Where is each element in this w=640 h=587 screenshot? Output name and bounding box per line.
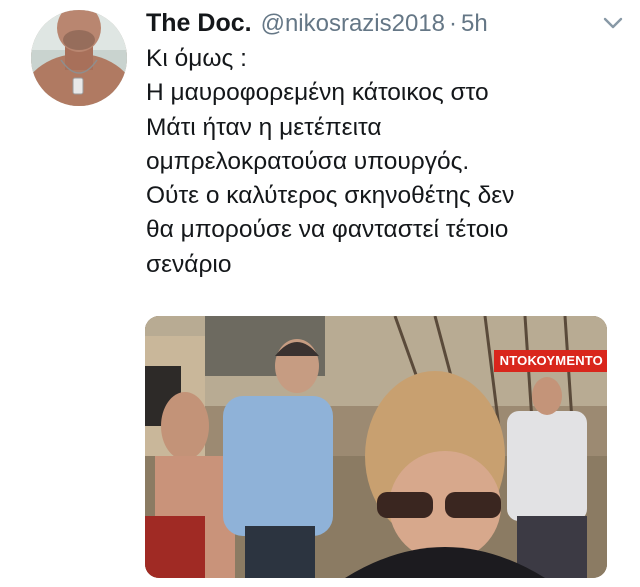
avatar[interactable] bbox=[31, 10, 127, 106]
tweet-text-line: σενάριο bbox=[146, 250, 232, 278]
tweet-text-line: Κι όμως : bbox=[146, 45, 247, 72]
display-name[interactable]: The Doc. bbox=[146, 6, 252, 40]
tweet: The Doc. @nikosrazis2018 · 5h Κι όμως : … bbox=[0, 0, 640, 587]
separator-dot: · bbox=[449, 10, 458, 37]
tweet-text-line: θα μπορούσε να φανταστεί τέτοιο bbox=[146, 216, 509, 244]
chevron-down-icon[interactable] bbox=[600, 12, 626, 34]
timestamp[interactable]: 5h bbox=[461, 7, 488, 41]
tweet-text-line: Η μαυροφορεμένη κάτοικος στο bbox=[146, 79, 489, 107]
avatar-photo bbox=[31, 10, 127, 106]
tweet-text-line: Ούτε ο καλύτερος σκηνοθέτης δεν bbox=[146, 182, 515, 210]
tweet-text: Κι όμως : Η μαυροφορεμένη κάτοικος στο Μ… bbox=[146, 42, 626, 282]
tweet-text-line: Μάτι ήταν η μετέπειτα bbox=[146, 113, 382, 141]
media-badge: ΝΤΟΚΟΥΜΕΝΤΟ bbox=[493, 350, 607, 372]
tweet-media-image[interactable]: ΝΤΟΚΟΥΜΕΝΤΟ bbox=[145, 316, 607, 578]
tweet-text-line: ομπρελοκρατούσα υπουργός. bbox=[146, 147, 470, 175]
tweet-header: The Doc. @nikosrazis2018 · 5h bbox=[146, 6, 626, 40]
tweet-content: The Doc. @nikosrazis2018 · 5h Κι όμως : … bbox=[146, 6, 626, 282]
user-handle[interactable]: @nikosrazis2018 bbox=[261, 7, 445, 41]
